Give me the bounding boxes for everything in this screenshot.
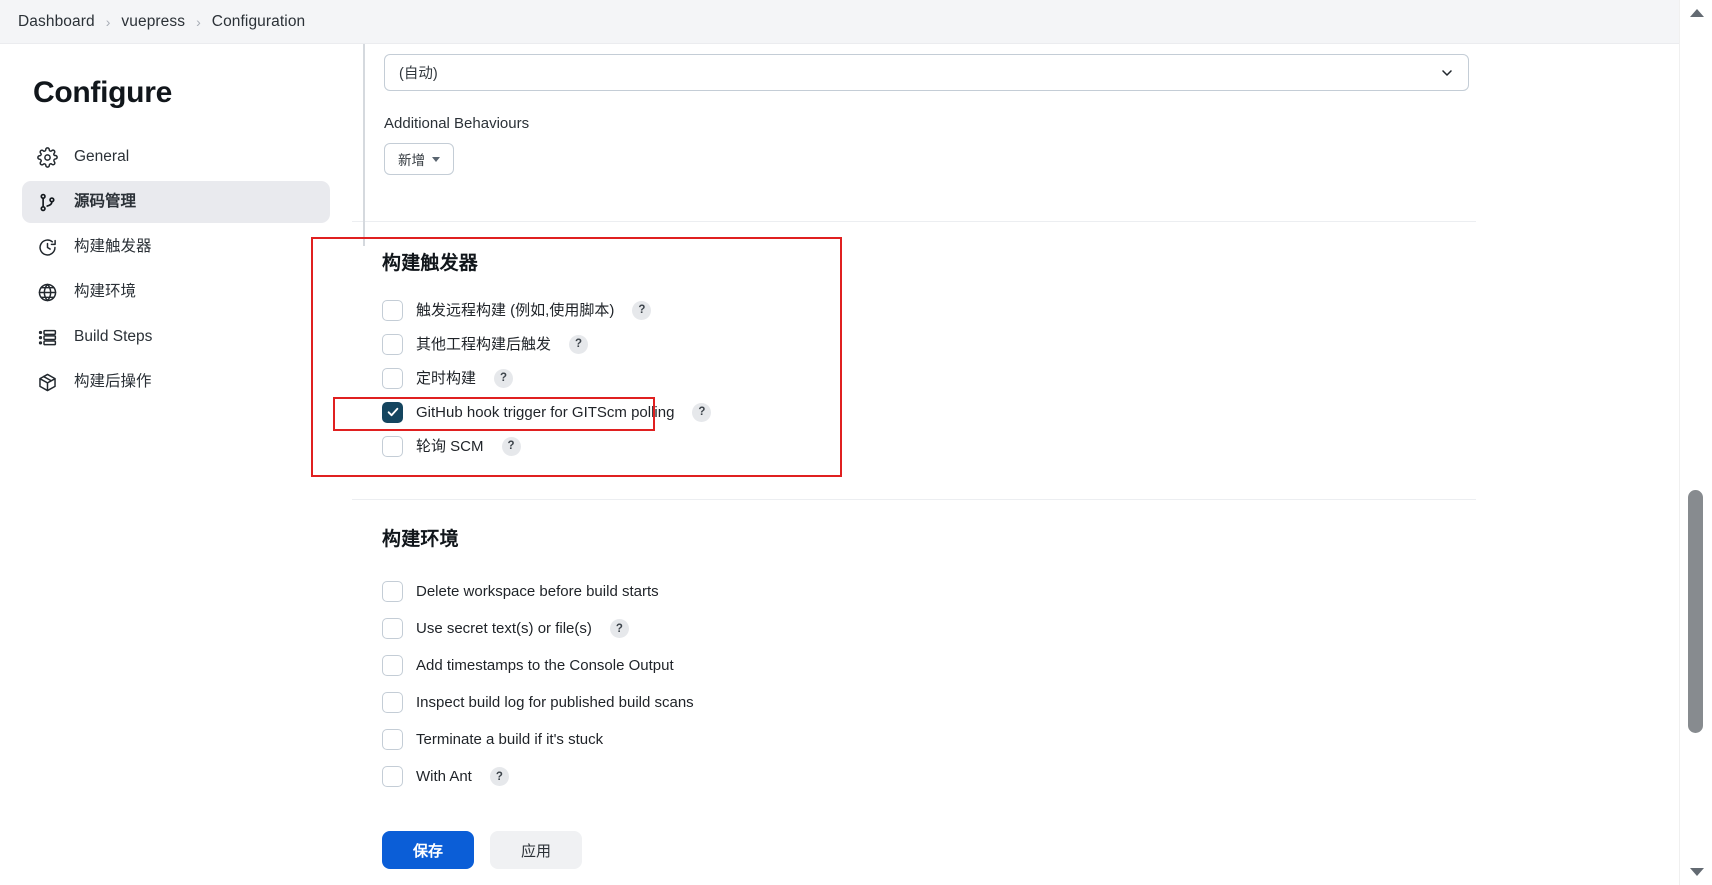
page-scrollbar[interactable]	[1679, 0, 1712, 885]
build-triggers-section: 构建触发器 触发远程构建 (例如,使用脚本) ? 其他工程构建后触发 ? 定时构…	[352, 222, 1679, 463]
build-triggers-title: 构建触发器	[382, 253, 479, 274]
checkbox-box[interactable]	[382, 692, 403, 713]
checkbox-row-build-periodically[interactable]: 定时构建 ?	[382, 361, 1679, 395]
add-behaviour-button[interactable]: 新增	[384, 143, 454, 175]
checkbox-box[interactable]	[382, 435, 403, 457]
checkbox-label: Add timestamps to the Console Output	[416, 657, 674, 674]
checkbox-row-add-timestamps[interactable]: Add timestamps to the Console Output	[382, 647, 1679, 684]
package-icon	[36, 371, 58, 393]
caret-down-icon	[432, 156, 440, 162]
checkbox-row-with-ant[interactable]: With Ant ?	[382, 758, 1679, 795]
sidebar-item-scm[interactable]: 源码管理	[22, 181, 330, 223]
help-icon[interactable]: ?	[501, 436, 521, 456]
checkbox-box[interactable]	[382, 299, 403, 321]
checkbox-label: Inspect build log for published build sc…	[416, 694, 694, 711]
checkbox-box[interactable]	[382, 729, 403, 750]
help-icon[interactable]: ?	[569, 334, 589, 354]
breadcrumb-separator: ›	[196, 13, 201, 30]
checkbox-box[interactable]	[382, 618, 403, 639]
chevron-down-icon	[1439, 65, 1455, 81]
sidebar-item-general[interactable]: General	[22, 136, 330, 178]
apply-button[interactable]: 应用	[490, 831, 582, 869]
scroll-up-arrow-icon[interactable]	[1680, 0, 1712, 26]
sidebar-item-label: Build Steps	[74, 328, 153, 346]
checkbox-row-github-hook-trigger[interactable]: GitHub hook trigger for GITScm polling ?	[382, 395, 1679, 429]
checkbox-row-inspect-build-log[interactable]: Inspect build log for published build sc…	[382, 684, 1679, 721]
git-branch-icon	[36, 191, 58, 213]
checkbox-label: 触发远程构建 (例如,使用脚本)	[416, 301, 615, 319]
help-icon[interactable]: ?	[609, 619, 629, 638]
checkbox-label: 轮询 SCM	[416, 437, 484, 455]
breadcrumb-item-configuration[interactable]: Configuration	[212, 13, 306, 31]
scm-select-value: (自动)	[399, 66, 438, 82]
add-behaviour-label: 新增	[398, 153, 425, 168]
build-environment-section: 构建环境 Delete workspace before build start…	[352, 500, 1679, 795]
gear-icon	[36, 146, 58, 168]
checkbox-label: GitHub hook trigger for GITScm polling	[416, 403, 675, 421]
sidebar-item-label: 构建后操作	[74, 373, 152, 391]
checkbox-row-delete-workspace[interactable]: Delete workspace before build starts	[382, 573, 1679, 610]
checkbox-box[interactable]	[382, 766, 403, 787]
scm-select[interactable]: (自动)	[384, 54, 1469, 91]
breadcrumb-item-dashboard[interactable]: Dashboard	[18, 13, 95, 31]
checkbox-row-terminate-stuck-build[interactable]: Terminate a build if it's stuck	[382, 721, 1679, 758]
help-icon[interactable]: ?	[632, 300, 652, 320]
breadcrumb-item-vuepress[interactable]: vuepress	[121, 13, 185, 31]
checkbox-label: Terminate a build if it's stuck	[416, 731, 604, 748]
checkbox-row-poll-scm[interactable]: 轮询 SCM ?	[382, 429, 1679, 463]
breadcrumb-separator: ›	[105, 13, 111, 30]
globe-icon	[36, 281, 58, 303]
additional-behaviours-label: Additional Behaviours	[384, 115, 530, 132]
nested-rail-divider	[363, 44, 365, 246]
help-icon[interactable]: ?	[494, 368, 514, 388]
breadcrumb: Dashboard › vuepress › Configuration	[0, 0, 1679, 44]
list-icon	[36, 326, 58, 348]
build-environment-title: 构建环境	[382, 529, 459, 550]
sidebar-item-label: General	[74, 148, 130, 166]
sidebar-item-build-environment[interactable]: 构建环境	[22, 271, 330, 313]
sidebar-item-label: 构建环境	[74, 283, 137, 301]
scm-nested-block: (自动) Additional Behaviours 新增	[352, 44, 1679, 246]
checkbox-label: Delete workspace before build starts	[416, 583, 659, 600]
checkbox-box[interactable]	[382, 581, 403, 602]
main-content: (自动) Additional Behaviours 新增 构建触发器 触发远程…	[352, 44, 1679, 885]
page-title: Configure	[33, 76, 172, 109]
help-icon[interactable]: ?	[489, 767, 509, 786]
sidebar-item-build-steps[interactable]: Build Steps	[22, 316, 330, 358]
checkbox-label: 定时构建	[416, 369, 477, 387]
checkbox-box[interactable]	[382, 333, 403, 355]
build-triggers-checkbox-list: 触发远程构建 (例如,使用脚本) ? 其他工程构建后触发 ? 定时构建 ? Gi…	[382, 293, 1679, 463]
build-environment-checkbox-list: Delete workspace before build starts Use…	[382, 573, 1679, 795]
checkbox-box[interactable]	[382, 655, 403, 676]
sidebar: Configure General 源码管理 构建触发器 构建环境 Build …	[0, 44, 352, 885]
checkbox-label: Use secret text(s) or file(s)	[416, 620, 592, 637]
form-footer: 保存 应用	[352, 801, 1679, 885]
help-icon[interactable]: ?	[692, 402, 712, 422]
checkbox-row-build-after-other-projects[interactable]: 其他工程构建后触发 ?	[382, 327, 1679, 361]
branch-select-row: (自动)	[384, 44, 1679, 91]
sidebar-item-label: 源码管理	[74, 193, 137, 211]
sidebar-item-label: 构建触发器	[74, 238, 152, 256]
checkbox-label: 其他工程构建后触发	[416, 335, 552, 353]
checkbox-box[interactable]	[382, 401, 403, 423]
configure-page: Dashboard › vuepress › Configuration Con…	[0, 0, 1712, 885]
checkbox-row-use-secret-text[interactable]: Use secret text(s) or file(s) ?	[382, 610, 1679, 647]
save-button[interactable]: 保存	[382, 831, 474, 869]
checkbox-box[interactable]	[382, 367, 403, 389]
sidebar-item-build-triggers[interactable]: 构建触发器	[22, 226, 330, 268]
clock-icon	[36, 236, 58, 258]
scroll-down-arrow-icon[interactable]	[1680, 859, 1712, 885]
checkbox-row-trigger-remote[interactable]: 触发远程构建 (例如,使用脚本) ?	[382, 293, 1679, 327]
sidebar-item-post-build-actions[interactable]: 构建后操作	[22, 361, 330, 403]
scrollbar-thumb[interactable]	[1688, 490, 1703, 733]
checkbox-label: With Ant	[416, 768, 472, 785]
